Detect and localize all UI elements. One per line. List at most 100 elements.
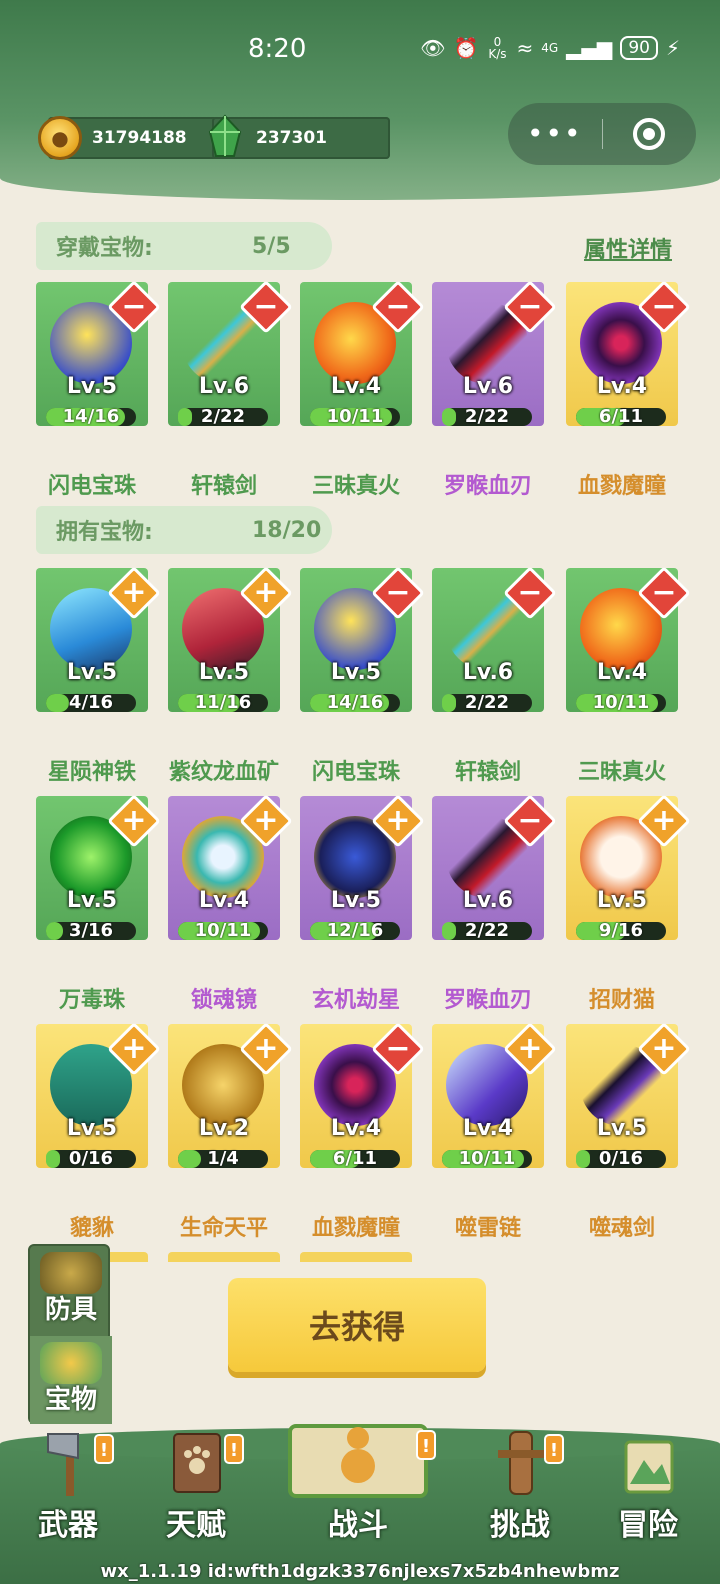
fragment-progress-bar: 14/16 [310, 694, 400, 712]
card-peek [168, 1252, 280, 1262]
progress-fill [46, 922, 63, 940]
level-label: Lv.5 [198, 660, 250, 685]
treasure-name: 噬雷链 [454, 1216, 521, 1241]
fragment-progress-bar: 6/11 [310, 1150, 400, 1168]
minus-icon: − [651, 575, 677, 610]
treasure-name: 生命天平 [179, 1216, 268, 1241]
training-dummy-icon [498, 1431, 544, 1495]
gourd-icon [341, 1427, 375, 1483]
status-icons: 👁 ⏰ 0 K/s ≈ 4G ▂▄▆ 90 ⚡ [420, 36, 680, 60]
minus-icon: − [385, 289, 411, 324]
battle-alert-badge: ! [416, 1430, 436, 1460]
level-label: Lv.5 [596, 888, 648, 913]
progress-text: 10/11 [326, 406, 384, 426]
level-label: Lv.4 [596, 660, 648, 685]
level-label: Lv.5 [66, 888, 118, 913]
status-bar: 8:20 👁 ⏰ 0 K/s ≈ 4G ▂▄▆ 90 ⚡ [0, 30, 720, 76]
fragment-progress-bar: 2/22 [442, 408, 532, 426]
gem-counter: 237301 [204, 112, 390, 164]
minus-icon: − [517, 803, 543, 838]
battery-indicator: 90 [620, 36, 658, 60]
progress-text: 2/22 [464, 692, 510, 712]
treasure-name: 罗睺血刃 [443, 988, 532, 1013]
plus-icon: + [121, 1031, 147, 1066]
progress-text: 10/11 [194, 920, 252, 940]
treasure-name: 噬魂剑 [588, 1216, 655, 1241]
close-mini-program-button[interactable] [603, 118, 697, 150]
fragment-progress-bar: 6/11 [576, 408, 666, 426]
progress-fill [576, 1150, 590, 1168]
treasure-name: 罗睺血刃 [443, 474, 532, 499]
card-peek [300, 1252, 412, 1262]
progress-text: 2/22 [464, 920, 510, 940]
progress-fill [442, 408, 456, 426]
treasure-name: 轩辕剑 [190, 474, 257, 499]
plus-icon: + [385, 803, 411, 838]
coin-counter: ● 31794188 [38, 112, 224, 164]
more-options-button[interactable]: ••• [508, 119, 602, 149]
fragment-progress-bar: 3/16 [46, 922, 136, 940]
fragment-progress-bar: 9/16 [576, 922, 666, 940]
plus-icon: + [121, 575, 147, 610]
fragment-progress-bar: 2/22 [442, 922, 532, 940]
treasure-icon [40, 1342, 102, 1384]
challenge-alert-badge: ! [544, 1434, 564, 1464]
nav-battle[interactable]: ! 战斗 [288, 1416, 436, 1546]
target-icon [633, 118, 666, 150]
minus-icon: − [517, 575, 543, 610]
level-label: Lv.6 [462, 374, 514, 399]
level-label: Lv.5 [66, 374, 118, 399]
fragment-progress-bar: 14/16 [46, 408, 136, 426]
plus-icon: + [651, 803, 677, 838]
treasure-name: 血戮魔瞳 [577, 474, 666, 499]
level-label: Lv.4 [330, 374, 382, 399]
progress-text: 14/16 [326, 692, 384, 712]
treasure-name: 血戮魔瞳 [311, 1216, 400, 1241]
fragment-progress-bar: 12/16 [310, 922, 400, 940]
progress-fill [178, 1150, 201, 1168]
nav-talent[interactable]: ! 天赋 [136, 1428, 256, 1548]
treasure-name: 貔貅 [69, 1216, 114, 1241]
tab-treasure[interactable]: 宝物 [30, 1336, 112, 1424]
progress-fill [178, 408, 192, 426]
mini-program-capsule: ••• [508, 103, 696, 165]
progress-text: 6/11 [332, 1148, 378, 1168]
plus-icon: + [651, 1031, 677, 1066]
minus-icon: − [651, 289, 677, 324]
wifi-icon: ≈ [516, 36, 534, 60]
equipped-label: 穿戴宝物: [56, 236, 153, 261]
owned-header: 拥有宝物: 18/20 [36, 506, 332, 554]
coin-amount: 31794188 [92, 128, 187, 148]
progress-text: 11/16 [194, 692, 252, 712]
equipped-count: 5/5 [252, 233, 291, 259]
fragment-progress-bar: 10/11 [576, 694, 666, 712]
paw-coin-icon: ● [38, 116, 82, 160]
minus-icon: − [517, 289, 543, 324]
tab-armor[interactable]: 防具 [30, 1246, 112, 1334]
fragment-progress-bar: 10/11 [442, 1150, 532, 1168]
plus-icon: + [253, 1031, 279, 1066]
level-label: Lv.4 [330, 1116, 382, 1141]
progress-text: 2/22 [200, 406, 246, 426]
plus-icon: + [121, 803, 147, 838]
fragment-progress-bar: 10/11 [310, 408, 400, 426]
signal-icon: ▂▄▆ [566, 36, 613, 60]
weapon-alert-badge: ! [94, 1434, 114, 1464]
level-label: Lv.6 [462, 660, 514, 685]
nav-weapon[interactable]: ! 武器 [8, 1428, 128, 1548]
owned-count: 18/20 [252, 517, 322, 543]
progress-text: 12/16 [326, 920, 384, 940]
build-id-text: wx_1.1.19 id:wfth1dgzk3376njlexs7x5zb4nh… [100, 1561, 620, 1582]
owned-label: 拥有宝物: [56, 520, 153, 545]
nav-adventure[interactable]: 冒险 [588, 1428, 708, 1548]
progress-text: 14/16 [62, 406, 120, 426]
minus-icon: − [121, 289, 147, 324]
treasure-name: 轩辕剑 [454, 760, 521, 785]
equipped-header: 穿戴宝物: 5/5 [36, 222, 332, 270]
nav-challenge[interactable]: ! 挑战 [460, 1428, 580, 1548]
treasure-name: 招财猫 [588, 988, 655, 1013]
level-label: Lv.4 [198, 888, 250, 913]
attribute-details-link[interactable]: 属性详情 [584, 232, 672, 264]
go-obtain-button[interactable]: 去获得 [228, 1278, 486, 1372]
treasure-name: 玄机劫星 [311, 988, 400, 1013]
